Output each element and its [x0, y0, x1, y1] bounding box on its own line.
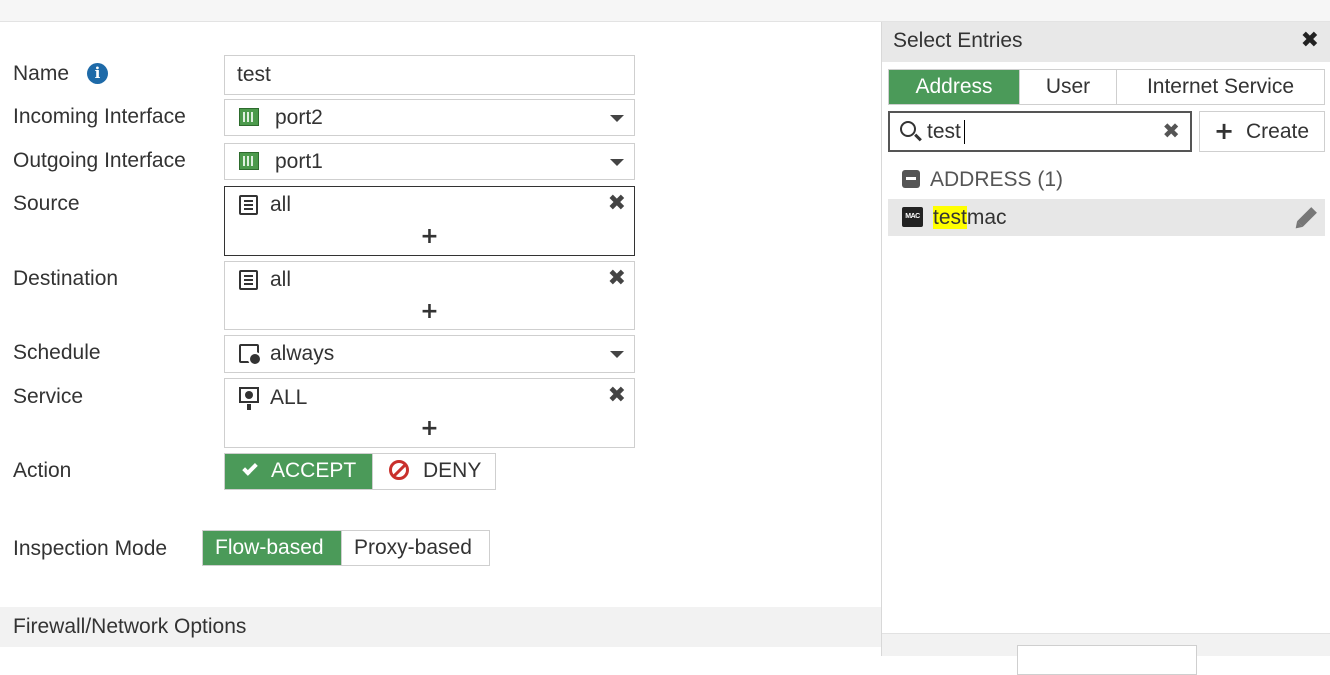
service-label: Service	[13, 385, 84, 408]
action-toggle: ACCEPT DENY	[224, 453, 496, 490]
list-item[interactable]: MAC testmac	[888, 199, 1325, 236]
close-icon[interactable]: ✖	[1301, 28, 1319, 54]
search-icon	[900, 121, 916, 137]
chevron-down-icon	[610, 115, 624, 122]
name-label: Name	[13, 62, 70, 85]
address-icon	[239, 270, 258, 290]
clear-search-icon[interactable]: ✖	[1162, 118, 1180, 144]
accept-button[interactable]: ACCEPT	[225, 454, 373, 489]
deny-icon	[389, 460, 409, 480]
entry-type-tabs: Address User Internet Service	[888, 69, 1325, 105]
chevron-down-icon	[610, 159, 624, 166]
collapse-icon[interactable]	[902, 170, 920, 188]
source-value: all	[270, 193, 292, 216]
tab-user[interactable]: User	[1020, 70, 1117, 104]
schedule-icon	[239, 344, 262, 366]
entry-name-rest: mac	[966, 206, 1007, 229]
schedule-select[interactable]: always	[224, 335, 635, 373]
service-field[interactable]: ALL ✖ +	[224, 378, 635, 448]
plus-icon: +	[1214, 117, 1235, 145]
search-value: test	[927, 120, 961, 143]
entry-name: testmac	[933, 205, 1007, 231]
footer-button[interactable]	[1017, 645, 1197, 675]
outgoing-interface-value: port1	[275, 150, 323, 173]
create-button[interactable]: + Create	[1199, 111, 1325, 152]
address-group-label: ADDRESS (1)	[930, 168, 1064, 191]
tab-internet-service[interactable]: Internet Service	[1117, 70, 1324, 104]
port-icon	[239, 108, 259, 126]
schedule-label: Schedule	[13, 341, 101, 364]
add-source-button[interactable]: +	[225, 226, 634, 248]
chevron-down-icon	[610, 351, 624, 358]
port-icon	[239, 152, 259, 170]
deny-button[interactable]: DENY	[373, 454, 495, 489]
select-entries-panel: Select Entries ✖ Address User Internet S…	[881, 22, 1330, 675]
proxy-based-button[interactable]: Proxy-based	[342, 531, 489, 565]
search-highlight: test	[933, 206, 967, 229]
add-service-button[interactable]: +	[225, 418, 634, 440]
flow-based-button[interactable]: Flow-based	[203, 531, 342, 565]
pencil-icon[interactable]	[1297, 207, 1317, 227]
destination-value: all	[270, 268, 292, 291]
remove-source-icon[interactable]: ✖	[608, 191, 626, 217]
create-label: Create	[1246, 120, 1310, 143]
remove-destination-icon[interactable]: ✖	[608, 266, 626, 292]
add-destination-button[interactable]: +	[225, 301, 634, 323]
name-input[interactable]: test	[224, 55, 635, 95]
inspection-mode-label: Inspection Mode	[13, 537, 168, 560]
remove-service-icon[interactable]: ✖	[608, 383, 626, 409]
text-cursor	[964, 120, 965, 144]
panel-footer	[882, 633, 1330, 675]
incoming-interface-select[interactable]: port2	[224, 99, 635, 136]
policy-form: Name test Incoming Interface port2 Outgo…	[0, 22, 881, 656]
inspection-mode-toggle: Flow-based Proxy-based	[202, 530, 490, 566]
outgoing-interface-label: Outgoing Interface	[13, 149, 186, 172]
mac-address-icon: MAC	[902, 207, 923, 227]
name-value: test	[237, 63, 271, 86]
destination-field[interactable]: all ✖ +	[224, 261, 635, 330]
search-input[interactable]: test ✖	[888, 111, 1192, 152]
service-value: ALL	[270, 386, 308, 409]
top-bar	[0, 0, 1330, 22]
deny-label: DENY	[423, 459, 482, 482]
action-label: Action	[13, 459, 72, 482]
outgoing-interface-select[interactable]: port1	[224, 143, 635, 180]
tab-address[interactable]: Address	[889, 70, 1020, 104]
schedule-value: always	[270, 342, 335, 365]
panel-title: Select Entries	[893, 29, 1023, 52]
section-title: Firewall/Network Options	[13, 615, 247, 638]
accept-label: ACCEPT	[271, 459, 357, 482]
info-icon[interactable]	[87, 63, 108, 84]
source-field[interactable]: all ✖ +	[224, 186, 635, 256]
service-icon	[239, 387, 259, 410]
incoming-interface-value: port2	[275, 106, 323, 129]
incoming-interface-label: Incoming Interface	[13, 105, 186, 128]
panel-header: Select Entries ✖	[882, 22, 1330, 62]
destination-label: Destination	[13, 267, 119, 290]
check-icon	[242, 460, 258, 477]
firewall-network-options-section[interactable]: Firewall/Network Options	[0, 607, 881, 647]
source-label: Source	[13, 192, 80, 215]
address-icon	[239, 195, 258, 215]
